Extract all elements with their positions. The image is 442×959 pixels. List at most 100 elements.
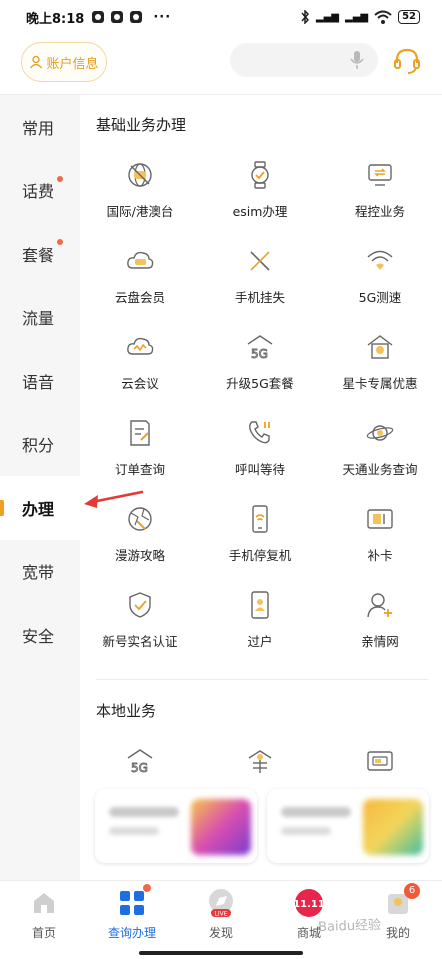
sidebar-item-banli[interactable]: 办理 [0, 476, 80, 540]
account-info-button[interactable]: 账户信息 [21, 42, 107, 82]
discover-live-icon: LIVE [205, 887, 237, 919]
sidebar-item-kuandai[interactable]: 宽带 [0, 540, 80, 604]
tab-discover[interactable]: LIVE 发现 [181, 887, 261, 941]
sidebar-item-label: 常用 [21, 118, 54, 138]
globe-icon [124, 159, 156, 191]
user-icon [30, 55, 43, 69]
service-label: 云盘会员 [114, 290, 165, 305]
service-label: 过户 [247, 634, 273, 649]
bluetooth-icon [301, 10, 309, 24]
sidebar-item-label: 语音 [21, 372, 54, 392]
notification-app-icon [92, 11, 105, 23]
message-count-badge: 6 [404, 883, 420, 899]
service-label: esim办理 [232, 204, 288, 219]
service-tiantong-query[interactable]: 天通业务查询 [320, 417, 440, 478]
home-indicator[interactable] [139, 951, 303, 955]
service-label: 亲情网 [361, 634, 399, 649]
home-icon [28, 887, 60, 919]
5g-house-icon: 5G [244, 331, 276, 363]
wifi-speed-icon [364, 245, 396, 277]
service-international[interactable]: 国际/港澳台 [80, 159, 200, 220]
cloud-vip-icon [124, 245, 156, 277]
promo-text-blurred [281, 827, 331, 835]
section-title-local: 本地业务 [96, 702, 157, 720]
notification-dot [143, 884, 151, 892]
service-label: 5G测速 [358, 290, 402, 305]
status-bar: 晚上8:18 ··· ▂▄▆ ▂▄▆ 52 [0, 0, 442, 34]
mall-1111-icon: 11.11 [293, 887, 325, 919]
live-badge: LIVE [214, 911, 227, 918]
star-card-icon [244, 745, 276, 777]
header: 账户信息 [0, 34, 442, 94]
service-report-loss[interactable]: 手机挂失 [200, 245, 320, 306]
service-call-waiting[interactable]: 呼叫等待 [200, 417, 320, 478]
card-reader-icon [364, 745, 396, 777]
local-service-card[interactable] [320, 745, 440, 777]
cross-icon [244, 245, 276, 277]
service-order-query[interactable]: 订单查询 [80, 417, 200, 478]
service-label: 手机挂失 [234, 290, 285, 305]
local-service-5g[interactable]: 5G [80, 745, 200, 777]
sidebar-item-huafei[interactable]: 话费 [0, 159, 80, 223]
service-star-card-offer[interactable]: 星卡专属优惠 [320, 331, 440, 392]
promo-image [191, 799, 251, 855]
tab-home[interactable]: 首页 [4, 887, 84, 941]
cloud-meeting-icon [124, 331, 156, 363]
signal-icon: ▂▄▆ [345, 11, 369, 23]
status-time: 晚上8:18 [26, 11, 85, 27]
category-sidebar: 常用 话费 套餐 流量 语音 积分 办理 宽带 安全 [0, 95, 80, 880]
service-label: 新号实名认证 [102, 634, 178, 649]
service-label: 补卡 [367, 548, 393, 563]
sidebar-item-yuyin[interactable]: 语音 [0, 349, 80, 413]
sidebar-item-label: 话费 [21, 182, 54, 202]
service-label: 星卡专属优惠 [342, 376, 418, 391]
service-esim[interactable]: esim办理 [200, 159, 320, 220]
service-real-name-auth[interactable]: 新号实名认证 [80, 589, 200, 650]
tab-label: 查询办理 [107, 926, 156, 940]
service-program-control[interactable]: 程控业务 [320, 159, 440, 220]
sidebar-item-label: 套餐 [21, 245, 54, 265]
user-profile-icon: 6 [382, 883, 420, 919]
wifi-icon [374, 10, 392, 24]
service-5g-speedtest[interactable]: 5G测速 [320, 245, 440, 306]
service-label: 手机停复机 [228, 548, 292, 563]
sidebar-item-label: 宽带 [21, 563, 54, 583]
service-label: 呼叫等待 [234, 462, 285, 477]
page: 晚上8:18 ··· ▂▄▆ ▂▄▆ 52 账户信息 常用 话费 套餐 流量 语… [0, 0, 442, 959]
sidebar-item-anquan[interactable]: 安全 [0, 603, 80, 667]
service-cloud-meeting[interactable]: 云会议 [80, 331, 200, 392]
service-upgrade-5g[interactable]: 5G 升级5G套餐 [200, 331, 320, 392]
shield-check-icon [124, 589, 156, 621]
tab-query-handle[interactable]: 查询办理 [92, 884, 172, 941]
service-label: 天通业务查询 [342, 462, 418, 477]
sidebar-item-liuliang[interactable]: 流量 [0, 286, 80, 350]
sidebar-item-label: 流量 [21, 309, 54, 329]
star-house-icon [364, 331, 396, 363]
local-service-star[interactable] [200, 745, 320, 777]
tab-label: 首页 [31, 926, 56, 940]
customer-service-icon[interactable] [392, 46, 422, 76]
promo-card[interactable] [267, 789, 429, 863]
service-suspend-resume[interactable]: 手机停复机 [200, 503, 320, 564]
watermark: Baidu经验 [317, 917, 382, 936]
promo-text-blurred [109, 827, 159, 835]
service-family-network[interactable]: 亲情网 [320, 589, 440, 650]
sidebar-item-label: 积分 [21, 436, 54, 456]
promo-card[interactable] [95, 789, 257, 863]
service-label: 国际/港澳台 [106, 204, 174, 219]
promo-text-blurred [281, 807, 351, 817]
5g-house-icon: 5G [124, 745, 156, 777]
sidebar-item-jifen[interactable]: 积分 [0, 413, 80, 477]
satellite-icon [364, 417, 396, 449]
sidebar-item-label: 安全 [21, 626, 54, 646]
microphone-icon[interactable] [350, 50, 364, 70]
sidebar-item-taocan[interactable]: 套餐 [0, 222, 80, 286]
svg-text:5G: 5G [131, 761, 148, 775]
search-input[interactable] [230, 43, 378, 77]
sidebar-item-changyong[interactable]: 常用 [0, 95, 80, 159]
service-replace-sim[interactable]: 补卡 [320, 503, 440, 564]
service-ownership-transfer[interactable]: 过户 [200, 589, 320, 650]
service-cloud-vip[interactable]: 云盘会员 [80, 245, 200, 306]
tab-label: 发现 [208, 926, 233, 940]
mobile-icon [244, 503, 276, 535]
